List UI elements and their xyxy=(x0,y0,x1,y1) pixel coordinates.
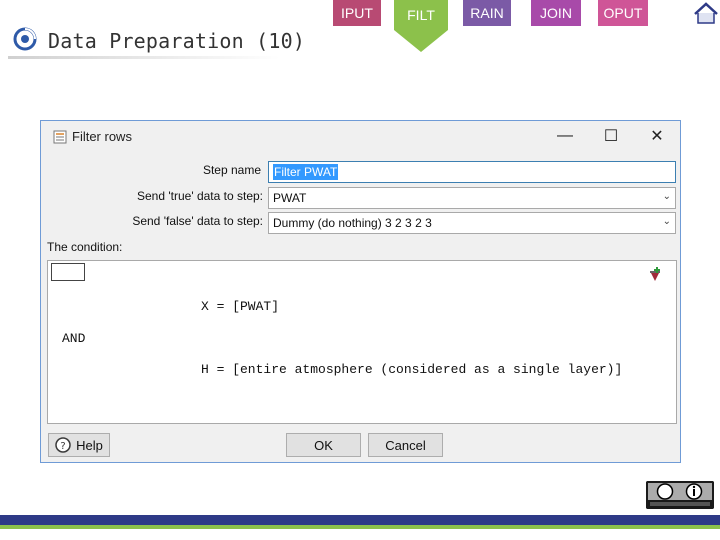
filter-rows-icon xyxy=(53,130,67,144)
add-condition-icon[interactable] xyxy=(648,267,662,283)
false-step-value: Dummy (do nothing) 3 2 3 2 3 xyxy=(273,216,432,230)
chevron-down-icon: ⌄ xyxy=(662,191,671,202)
nav-tab-filt-pointer xyxy=(394,30,448,52)
true-step-select[interactable]: PWAT ⌄ xyxy=(268,187,676,209)
ok-button-label: OK xyxy=(314,437,333,453)
nav-tab-oput[interactable]: OPUT xyxy=(598,0,648,26)
footer-bar xyxy=(0,515,720,525)
step-name-input[interactable]: Filter PWAT xyxy=(268,161,676,183)
home-icon[interactable] xyxy=(693,2,719,24)
condition-line-2[interactable]: H = [entire atmosphere (considered as a … xyxy=(201,362,622,377)
ok-button[interactable]: OK xyxy=(286,433,361,457)
step-name-label: Step name xyxy=(202,163,261,177)
condition-line-1[interactable]: X = [PWAT] xyxy=(201,299,279,314)
creative-commons-badge-icon xyxy=(646,481,714,509)
false-step-label: Send 'false' data to step: xyxy=(132,214,263,228)
condition-label: The condition: xyxy=(47,240,123,254)
true-step-label: Send 'true' data to step: xyxy=(137,189,263,203)
dialog-title: Filter rows xyxy=(72,129,132,144)
spiral-logo-icon xyxy=(13,27,37,51)
help-button-label: Help xyxy=(76,437,103,453)
condition-negate-box[interactable] xyxy=(51,263,85,281)
filter-rows-dialog: Filter rows — ☐ ✕ Step name Filter PWAT … xyxy=(40,120,681,463)
condition-operator[interactable]: AND xyxy=(62,331,85,346)
nav-tab-filt[interactable]: FILT xyxy=(394,0,448,30)
close-button[interactable]: ✕ xyxy=(643,125,671,147)
cancel-button-label: Cancel xyxy=(385,437,426,453)
minimize-button[interactable]: — xyxy=(551,125,579,147)
false-step-select[interactable]: Dummy (do nothing) 3 2 3 2 3 ⌄ xyxy=(268,212,676,234)
cancel-button[interactable]: Cancel xyxy=(368,433,443,457)
svg-text:?: ? xyxy=(60,441,65,452)
nav-tab-rain[interactable]: RAIN xyxy=(463,0,511,26)
chevron-down-icon: ⌄ xyxy=(662,216,671,227)
step-name-value: Filter PWAT xyxy=(273,164,339,180)
maximize-button[interactable]: ☐ xyxy=(597,125,625,147)
footer-accent-bar xyxy=(0,525,720,529)
true-step-value: PWAT xyxy=(273,191,307,205)
nav-tab-iput[interactable]: IPUT xyxy=(333,0,381,26)
help-icon: ? xyxy=(55,437,71,453)
nav-tab-join[interactable]: JOIN xyxy=(531,0,581,26)
title-underline xyxy=(8,56,280,59)
condition-editor[interactable]: X = [PWAT] AND H = [entire atmosphere (c… xyxy=(47,260,677,424)
slide-title: Data Preparation (10) xyxy=(48,29,306,53)
help-button[interactable]: ? Help xyxy=(48,433,110,457)
